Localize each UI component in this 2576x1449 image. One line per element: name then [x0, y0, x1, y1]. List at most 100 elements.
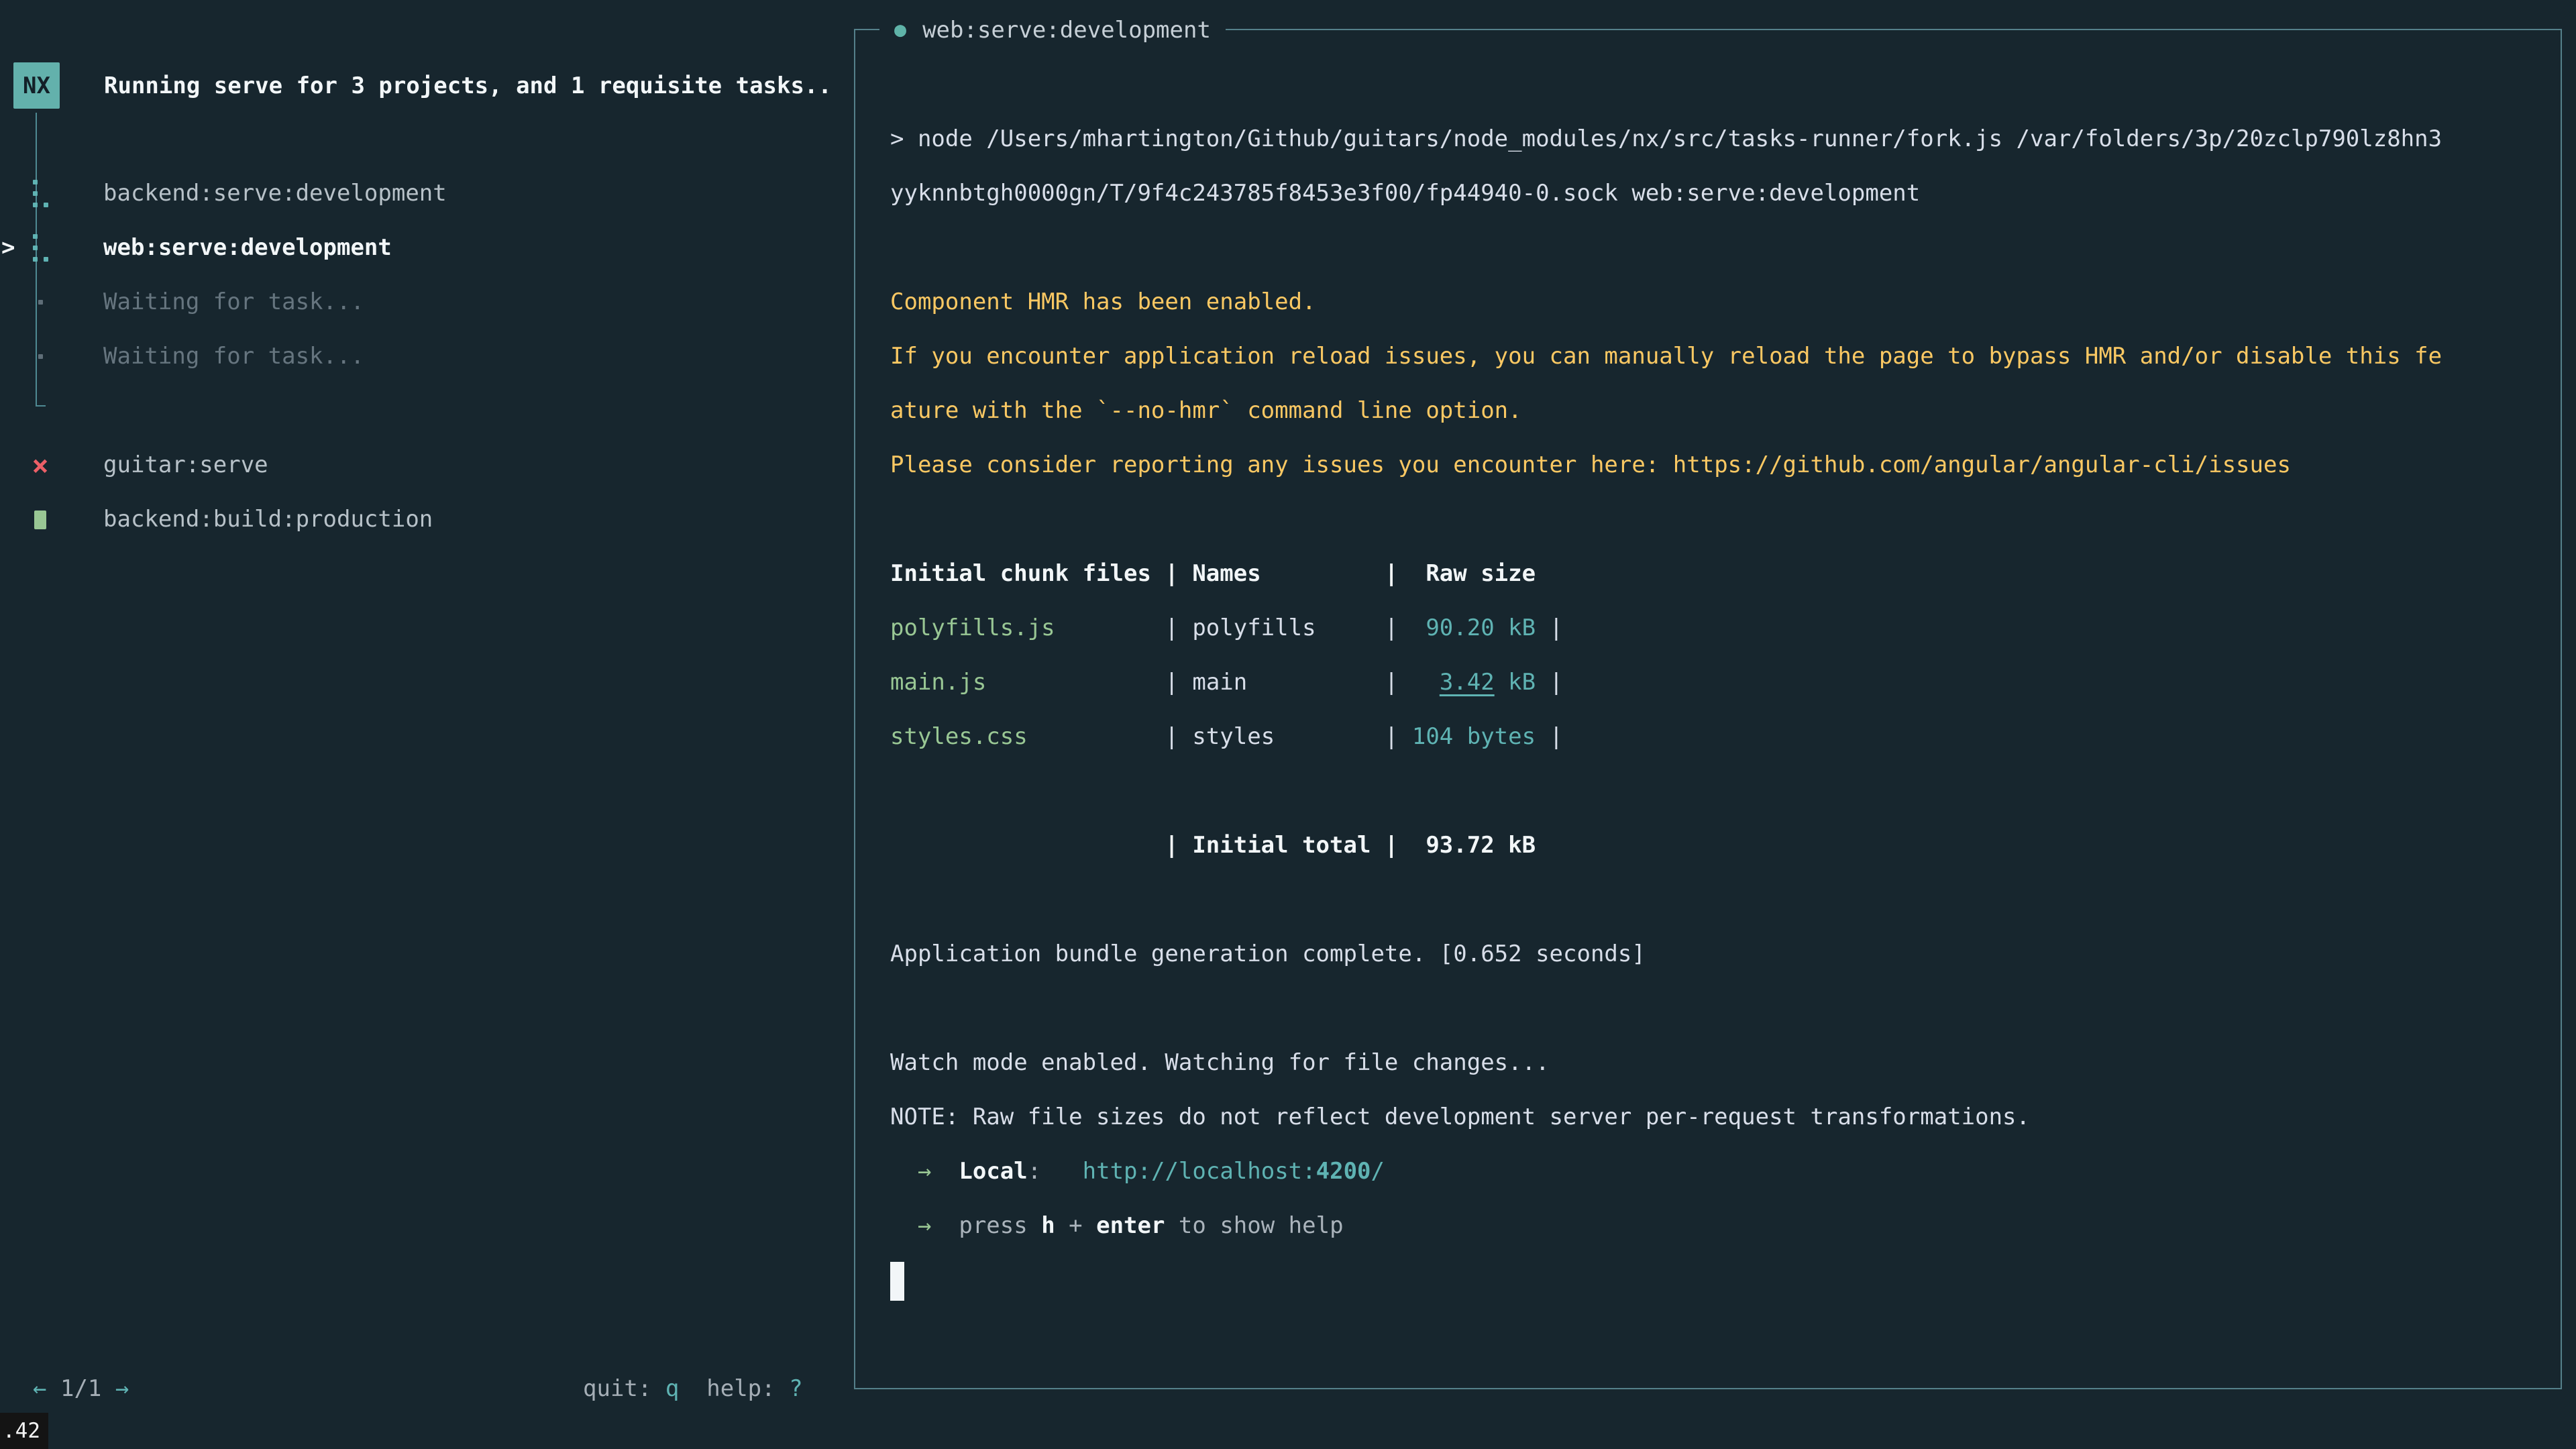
localhost-link[interactable]: http://localhost: [1083, 1158, 1316, 1185]
zoom-level-overlay: .42 [0, 1413, 48, 1449]
terminal-text-segment: | [1536, 669, 1563, 696]
quit-hint-label: quit: [583, 1375, 665, 1402]
pager-prev-icon[interactable]: ← [33, 1375, 46, 1402]
task-label: backend:serve:development [103, 166, 447, 221]
terminal-text-segment: Initial chunk files | Names | Raw size [890, 560, 1536, 587]
spinner-dots-icon [27, 166, 54, 221]
terminal-line-11: styles.css | styles | 104 bytes | [890, 710, 2527, 764]
run-summary-title: Running serve for 3 projects, and 1 requ… [104, 72, 832, 99]
terminal-text-segment: enter [1096, 1212, 1165, 1239]
terminal-text-segment: styles.css [890, 723, 1028, 750]
terminal-text-segment: Application bundle generation complete. … [890, 941, 1646, 967]
terminal-line-10: main.js | main | 3.42 kB | [890, 655, 2527, 710]
terminal-text-segment [1041, 1158, 1082, 1185]
sidebar-task-guitar-serve[interactable]: × guitar:serve [0, 438, 854, 492]
terminal-text-segment: press [931, 1212, 1041, 1239]
task-label: Waiting for task... [103, 329, 364, 384]
github-issues-link[interactable]: https://github.com/angular/angular-cli/i… [1673, 451, 2291, 478]
terminal-text-segment: Please consider reporting any issues you… [890, 451, 1673, 478]
square-icon [27, 492, 54, 547]
sidebar-task-web-serve-development[interactable]: > web:serve:development [0, 221, 854, 275]
task-output-panel: ● web:serve:development > node /Users/mh… [854, 29, 2562, 1389]
terminal-line-3: Component HMR has been enabled. [890, 275, 2527, 329]
terminal-text-segment: 3.42 [1440, 669, 1495, 696]
terminal-text-segment: polyfills.js [890, 614, 1055, 641]
terminal-line-4: If you encounter application reload issu… [890, 329, 2527, 384]
cross-icon: × [27, 438, 54, 492]
terminal-text-segment [1398, 669, 1439, 696]
cross-glyph: × [32, 451, 48, 480]
sidebar-task-waiting-for-task[interactable]: Waiting for task... [0, 275, 854, 329]
terminal-line-7 [890, 492, 2527, 547]
quit-key[interactable]: q [665, 1375, 679, 1402]
task-list-sidebar: NX Running serve for 3 projects, and 1 r… [0, 0, 854, 1449]
terminal-line-1: yyknnbtgh0000gn/T/9f4c243785f8453e3f00/f… [890, 166, 2527, 221]
terminal-text-segment: to show help [1165, 1212, 1343, 1239]
sidebar-header: NX Running serve for 3 projects, and 1 r… [13, 62, 832, 109]
terminal-text-segment: | main | [986, 669, 1398, 696]
terminal-text-segment: | Initial total | 93.72 kB [890, 832, 1536, 859]
sidebar-task-backend-build-production[interactable]: backend:build:production [0, 492, 854, 547]
localhost-link-slash[interactable]: / [1371, 1158, 1385, 1185]
dot-icon [27, 329, 54, 384]
terminal-text-segment: If you encounter application reload issu… [890, 343, 2442, 370]
dot-glyph [38, 300, 43, 305]
terminal-text-segment: Component HMR has been enabled. [890, 288, 1316, 315]
terminal-text-segment: 104 bytes [1398, 723, 1536, 750]
terminal-text-segment: > node /Users/mhartington/Github/guitars… [890, 125, 2442, 152]
help-key[interactable]: ? [789, 1375, 802, 1402]
terminal-text-segment [931, 1158, 959, 1185]
terminal-text-segment: | styles | [1028, 723, 1399, 750]
terminal-text-segment: | [1536, 723, 1563, 750]
terminal-line-5: ature with the `--no-hmr` command line o… [890, 384, 2527, 438]
terminal-line-9: polyfills.js | polyfills | 90.20 kB | [890, 601, 2527, 655]
terminal-line-16 [890, 981, 2527, 1036]
help-hint-label: help: [679, 1375, 789, 1402]
terminal-text-segment: NOTE: Raw file sizes do not reflect deve… [890, 1104, 2030, 1130]
selected-task-caret-icon: > [1, 221, 15, 275]
pager-label: 1/1 [60, 1375, 101, 1402]
terminal-text-segment: Local [959, 1158, 1027, 1185]
terminal-line-19: → Local: http://localhost:4200/ [890, 1144, 2527, 1199]
spinner-dots-glyph [33, 234, 48, 262]
terminal-line-18: NOTE: Raw file sizes do not reflect deve… [890, 1090, 2527, 1144]
terminal-line-15: Application bundle generation complete. … [890, 927, 2527, 981]
square-glyph [34, 511, 46, 529]
terminal-line-20: → press h + enter to show help [890, 1199, 2527, 1253]
task-label: web:serve:development [103, 221, 392, 275]
terminal-text-segment: + [1055, 1212, 1096, 1239]
terminal-text-segment: → [890, 1212, 931, 1239]
terminal-cursor [890, 1262, 904, 1301]
pager-next-icon[interactable]: → [115, 1375, 129, 1402]
terminal-text-segment: h [1041, 1212, 1055, 1239]
pager: ← 1/1 → [33, 1362, 129, 1416]
dot-icon [27, 275, 54, 329]
sidebar-task-backend-serve-development[interactable]: backend:serve:development [0, 166, 854, 221]
terminal-output: > node /Users/mhartington/Github/guitars… [890, 112, 2527, 1307]
terminal-line-14 [890, 873, 2527, 927]
localhost-link-port[interactable]: 4200 [1316, 1158, 1371, 1185]
task-label: Waiting for task... [103, 275, 364, 329]
task-label: backend:build:production [103, 492, 433, 547]
keyboard-hints: quit: q help: ? [583, 1362, 803, 1416]
nx-logo-badge: NX [13, 62, 60, 109]
task-label: guitar:serve [103, 438, 268, 492]
terminal-text-segment: 90.20 kB [1398, 614, 1536, 641]
spinner-dots-glyph [33, 180, 48, 208]
terminal-line-17: Watch mode enabled. Watching for file ch… [890, 1036, 2527, 1090]
panel-title-text: web:serve:development [922, 17, 1211, 44]
terminal-text-segment: Watch mode enabled. Watching for file ch… [890, 1049, 1550, 1076]
terminal-line-21 [890, 1253, 2527, 1307]
terminal-text-segment: ature with the `--no-hmr` command line o… [890, 397, 1522, 424]
sidebar-task-waiting-for-task[interactable]: Waiting for task... [0, 329, 854, 384]
terminal-line-2 [890, 221, 2527, 275]
panel-title: ● web:serve:development [879, 3, 1226, 57]
terminal-line-13: | Initial total | 93.72 kB [890, 818, 2527, 873]
terminal-text-segment: | [1536, 614, 1563, 641]
running-status-dot-icon: ● [894, 18, 906, 42]
terminal-line-6: Please consider reporting any issues you… [890, 438, 2527, 492]
dot-glyph [38, 354, 43, 359]
terminal-text-segment: → [890, 1158, 931, 1185]
terminal-text-segment: kB [1495, 669, 1536, 696]
terminal-text-segment: | polyfills | [1055, 614, 1399, 641]
